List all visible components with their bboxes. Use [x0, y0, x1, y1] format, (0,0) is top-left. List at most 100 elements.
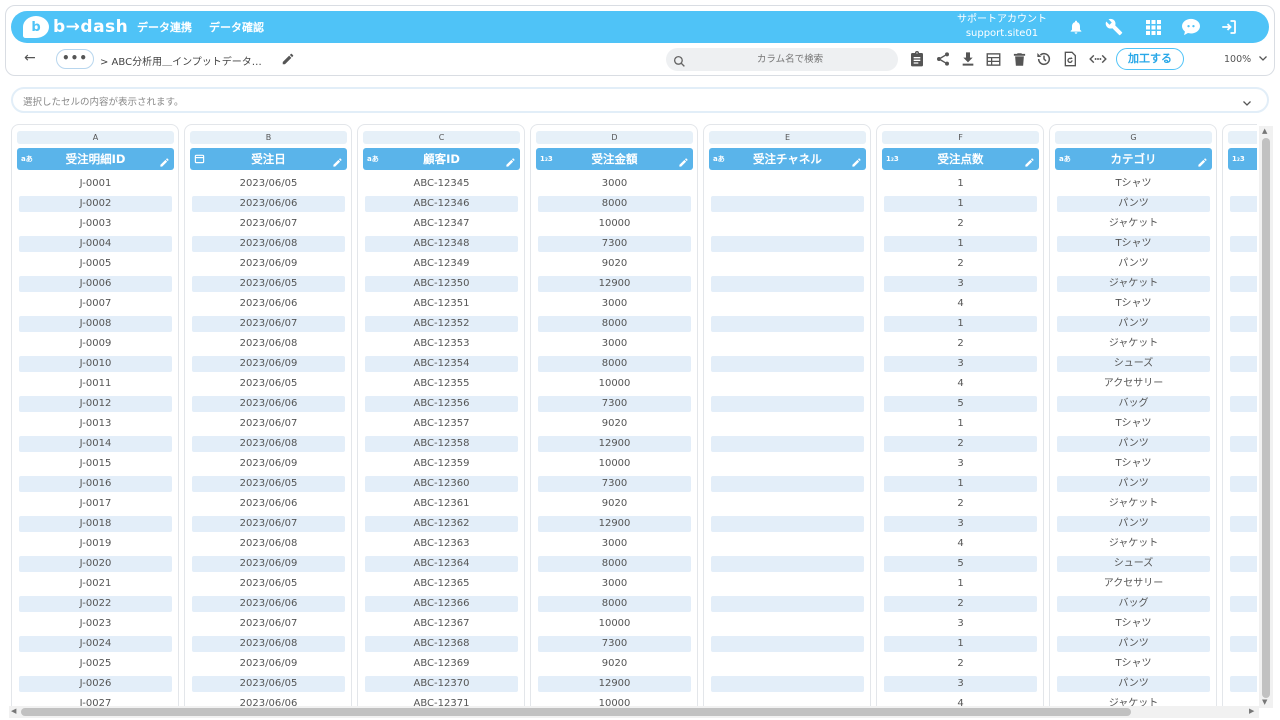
download-icon[interactable] [959, 50, 977, 68]
table-cell[interactable] [1230, 496, 1257, 512]
table-cell[interactable]: ジャケット [1057, 216, 1210, 232]
table-cell[interactable]: J-0005 [19, 256, 172, 272]
table-cell[interactable]: 2023/06/07 [192, 316, 345, 332]
table-cell[interactable]: 4 [884, 296, 1037, 312]
wrench-icon[interactable] [1104, 17, 1124, 37]
table-cell[interactable]: 4 [884, 696, 1037, 706]
table-cell[interactable]: シューズ [1057, 556, 1210, 572]
table-cell[interactable]: ABC-12366 [365, 596, 518, 612]
table-cell[interactable]: パンツ [1057, 436, 1210, 452]
table-cell[interactable]: Tシャツ [1057, 416, 1210, 432]
table-cell[interactable] [711, 496, 864, 512]
table-cell[interactable]: 2023/06/08 [192, 236, 345, 252]
table-cell[interactable] [711, 596, 864, 612]
table-cell[interactable]: 2023/06/09 [192, 656, 345, 672]
table-cell[interactable]: 2023/06/05 [192, 476, 345, 492]
table-cell[interactable]: ABC-12363 [365, 536, 518, 552]
table-cell[interactable]: 5 [884, 556, 1037, 572]
table-cell[interactable]: J-0018 [19, 516, 172, 532]
scroll-down-icon[interactable]: ▼ [1262, 698, 1267, 706]
table-cell[interactable]: Tシャツ [1057, 656, 1210, 672]
column-header[interactable]: 1₂3 [1228, 148, 1257, 170]
table-cell[interactable] [1230, 356, 1257, 372]
table-cell[interactable]: 2023/06/09 [192, 556, 345, 572]
table-cell[interactable] [711, 216, 864, 232]
table-cell[interactable]: 7300 [538, 236, 691, 252]
table-cell[interactable]: Tシャツ [1057, 296, 1210, 312]
table-cell[interactable]: J-0019 [19, 536, 172, 552]
table-cell[interactable]: 3 [884, 356, 1037, 372]
table-cell[interactable]: ABC-12346 [365, 196, 518, 212]
table-cell[interactable]: 2 [884, 256, 1037, 272]
table-cell[interactable]: パンツ [1057, 636, 1210, 652]
table-cell[interactable] [1230, 276, 1257, 292]
column-letter[interactable]: G [1055, 131, 1212, 144]
nav-data-integration[interactable]: データ連携 [137, 19, 192, 35]
table-cell[interactable]: ジャケット [1057, 336, 1210, 352]
table-cell[interactable]: パンツ [1057, 676, 1210, 692]
table-cell[interactable]: 4 [884, 536, 1037, 552]
scroll-up-icon[interactable]: ▲ [1262, 127, 1267, 135]
zoom-select[interactable]: 100% [1191, 50, 1269, 70]
table-cell[interactable]: ABC-12362 [365, 516, 518, 532]
table-cell[interactable]: ABC-12351 [365, 296, 518, 312]
table-cell[interactable] [1230, 616, 1257, 632]
table-cell[interactable]: J-0014 [19, 436, 172, 452]
table-cell[interactable] [711, 656, 864, 672]
table-cell[interactable]: 1 [884, 236, 1037, 252]
table-cell[interactable] [1230, 676, 1257, 692]
table-cell[interactable] [711, 676, 864, 692]
table-cell[interactable]: J-0023 [19, 616, 172, 632]
table-cell[interactable] [1230, 696, 1257, 706]
table-cell[interactable]: 3000 [538, 296, 691, 312]
column-letter[interactable]: D [536, 131, 693, 144]
horizontal-scrollbar[interactable]: ◀ ▶ [9, 706, 1259, 718]
cell-content-display[interactable]: 選択したセルの内容が表示されます。 [11, 87, 1269, 113]
table-cell[interactable]: ジャケット [1057, 536, 1210, 552]
table-cell[interactable]: 8000 [538, 596, 691, 612]
table-cell[interactable]: J-0007 [19, 296, 172, 312]
table-cell[interactable] [1230, 656, 1257, 672]
table-cell[interactable]: 2023/06/06 [192, 196, 345, 212]
table-view-icon[interactable] [984, 50, 1002, 68]
table-cell[interactable] [1230, 556, 1257, 572]
table-cell[interactable]: 2023/06/08 [192, 636, 345, 652]
table-cell[interactable]: ABC-12352 [365, 316, 518, 332]
table-cell[interactable]: 2023/06/07 [192, 516, 345, 532]
table-cell[interactable]: ABC-12371 [365, 696, 518, 706]
table-cell[interactable] [711, 236, 864, 252]
table-cell[interactable] [1230, 536, 1257, 552]
table-cell[interactable]: ABC-12365 [365, 576, 518, 592]
table-cell[interactable]: 3 [884, 516, 1037, 532]
table-cell[interactable]: J-0022 [19, 596, 172, 612]
table-cell[interactable]: 2 [884, 656, 1037, 672]
table-cell[interactable] [711, 536, 864, 552]
table-cell[interactable]: ABC-12360 [365, 476, 518, 492]
table-cell[interactable]: ABC-12349 [365, 256, 518, 272]
table-cell[interactable] [1230, 216, 1257, 232]
table-cell[interactable]: J-0003 [19, 216, 172, 232]
table-cell[interactable] [711, 296, 864, 312]
table-cell[interactable] [1230, 456, 1257, 472]
table-cell[interactable]: 2023/06/06 [192, 396, 345, 412]
table-cell[interactable]: 9020 [538, 416, 691, 432]
table-cell[interactable]: パンツ [1057, 256, 1210, 272]
table-cell[interactable]: パンツ [1057, 196, 1210, 212]
table-cell[interactable]: ジャケット [1057, 696, 1210, 706]
table-cell[interactable]: 7300 [538, 636, 691, 652]
table-cell[interactable]: J-0017 [19, 496, 172, 512]
column-letter[interactable]: F [882, 131, 1039, 144]
table-cell[interactable] [1230, 316, 1257, 332]
column-header[interactable]: aあ 顧客ID [363, 148, 520, 170]
table-cell[interactable] [1230, 256, 1257, 272]
edit-column-pencil-icon[interactable] [505, 153, 516, 175]
table-cell[interactable]: 9020 [538, 656, 691, 672]
edit-column-pencil-icon[interactable] [1024, 153, 1035, 175]
column-letter[interactable] [1228, 131, 1257, 144]
table-cell[interactable]: Tシャツ [1057, 176, 1210, 192]
table-cell[interactable]: ABC-12356 [365, 396, 518, 412]
edit-column-pencil-icon[interactable] [332, 153, 343, 175]
table-cell[interactable]: 10000 [538, 696, 691, 706]
table-cell[interactable] [711, 436, 864, 452]
table-cell[interactable]: 2023/06/06 [192, 296, 345, 312]
